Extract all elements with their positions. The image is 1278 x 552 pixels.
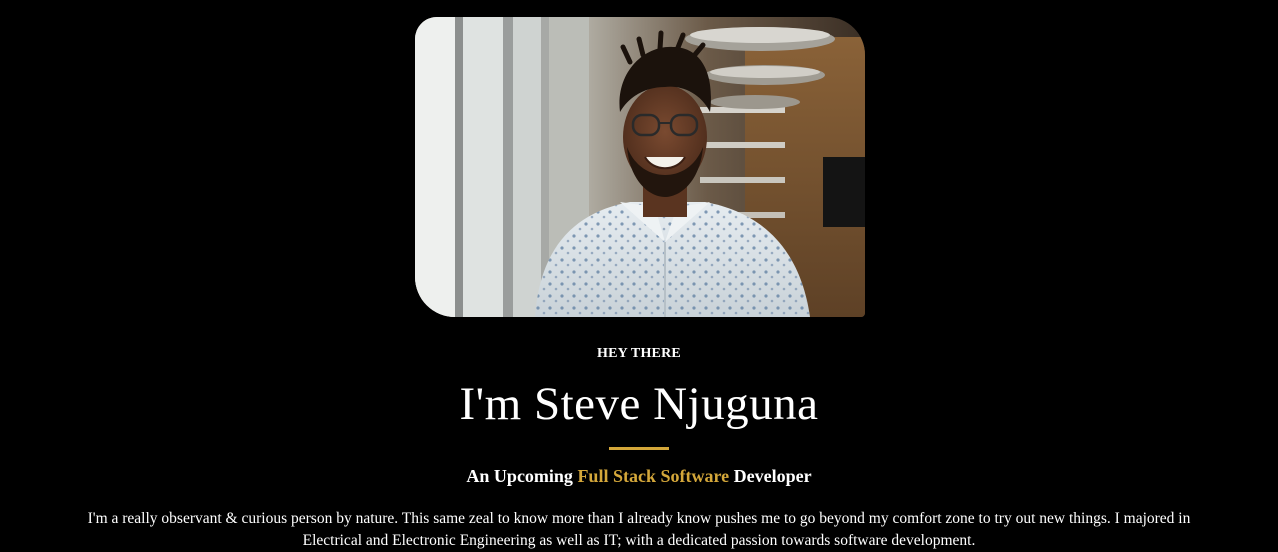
tagline-suffix: Developer (729, 466, 812, 486)
profile-photo (415, 17, 865, 317)
tagline: An Upcoming Full Stack Software Develope… (0, 466, 1278, 487)
page-title: I'm Steve Njuguna (459, 378, 819, 430)
greeting-eyebrow: HEY THERE (597, 346, 681, 361)
bio-paragraph: I'm a really observant & curious person … (87, 510, 1191, 549)
tagline-highlight: Full Stack Software (577, 466, 730, 486)
hero-section: HEY THERE I'm Steve Njuguna An Upcoming … (0, 0, 1278, 552)
title-divider (609, 447, 669, 450)
tagline-prefix: An Upcoming (466, 466, 578, 486)
